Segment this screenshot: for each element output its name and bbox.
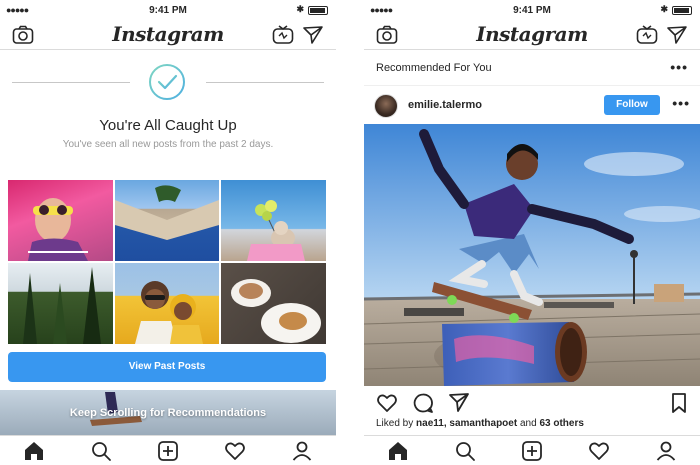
caught-up-title: You're All Caught Up bbox=[99, 117, 237, 134]
add-post-icon[interactable] bbox=[157, 440, 179, 462]
photo-dog-balloons bbox=[247, 200, 306, 261]
home-icon[interactable] bbox=[23, 440, 45, 462]
grid-photo-4[interactable] bbox=[8, 263, 113, 344]
phone-recommended-screen: ●●●●● 9:41 PM ✱ Instagram Recommended Fo… bbox=[364, 0, 700, 465]
status-bar: ●●●●● 9:41 PM ✱ bbox=[0, 0, 336, 20]
follow-button[interactable]: Follow bbox=[604, 95, 660, 115]
battery-icon bbox=[308, 6, 328, 15]
keep-scrolling-banner[interactable]: Keep Scrolling for Recommendations bbox=[0, 390, 336, 436]
app-header: Instagram bbox=[364, 20, 700, 50]
avatar[interactable] bbox=[374, 94, 398, 118]
comment-icon[interactable] bbox=[412, 392, 434, 414]
liked-by-users[interactable]: nae11, samanthapoet bbox=[416, 418, 517, 429]
recommended-header: Recommended For You ••• bbox=[364, 50, 700, 86]
liked-by-text: Liked by nae11, samanthapoet and 63 othe… bbox=[376, 418, 584, 429]
grid-photo-1[interactable] bbox=[8, 180, 113, 261]
bluetooth-icon: ✱ bbox=[660, 4, 668, 14]
heart-icon[interactable] bbox=[588, 440, 610, 462]
caught-up-subtitle: You've seen all new posts from the past … bbox=[62, 139, 274, 150]
post-actions-bar bbox=[364, 390, 700, 414]
skateboarder-photo bbox=[364, 124, 700, 386]
bottom-tab-bar bbox=[0, 435, 336, 465]
caught-up-section: You're All Caught Up You've seen all new… bbox=[0, 50, 336, 180]
grid-photo-5[interactable] bbox=[114, 263, 220, 344]
divider-right bbox=[206, 82, 324, 83]
keep-scrolling-label: Keep Scrolling for Recommendations bbox=[69, 407, 267, 419]
liked-by-others[interactable]: 63 others bbox=[539, 418, 583, 429]
share-icon[interactable] bbox=[448, 392, 470, 414]
photo-couple bbox=[134, 281, 203, 344]
checkmark-icon bbox=[149, 64, 185, 100]
send-icon[interactable] bbox=[666, 25, 688, 45]
liked-by-and: and bbox=[519, 418, 537, 429]
home-icon[interactable] bbox=[387, 440, 409, 462]
more-options-icon[interactable]: ••• bbox=[670, 59, 688, 75]
igtv-icon[interactable] bbox=[636, 25, 658, 45]
search-icon[interactable] bbox=[454, 440, 476, 462]
add-post-icon[interactable] bbox=[521, 440, 543, 462]
phone-caught-up-screen: ●●●●● 9:41 PM ✱ Instagram You're All Cau… bbox=[0, 0, 336, 465]
post-photo[interactable] bbox=[364, 124, 700, 386]
past-posts-grid bbox=[8, 180, 326, 344]
grid-photo-6[interactable] bbox=[221, 263, 326, 344]
post-username[interactable]: emilie.talermo bbox=[408, 99, 482, 111]
status-time: 9:41 PM bbox=[149, 5, 187, 16]
heart-icon[interactable] bbox=[224, 440, 246, 462]
send-icon[interactable] bbox=[302, 25, 324, 45]
view-past-posts-button[interactable]: View Past Posts bbox=[8, 352, 326, 382]
grid-photo-3[interactable] bbox=[221, 180, 326, 261]
bottom-tab-bar bbox=[364, 435, 700, 465]
photo-woman-sunglasses bbox=[28, 198, 88, 261]
bookmark-icon[interactable] bbox=[668, 392, 690, 414]
divider-left bbox=[12, 82, 130, 83]
post-header: emilie.talermo Follow ••• bbox=[364, 86, 700, 124]
battery-icon bbox=[672, 6, 692, 15]
profile-icon[interactable] bbox=[655, 440, 677, 462]
app-header: Instagram bbox=[0, 20, 336, 50]
profile-icon[interactable] bbox=[291, 440, 313, 462]
photo-forest bbox=[23, 267, 101, 344]
photo-coffee bbox=[231, 279, 322, 343]
liked-by-prefix: Liked by bbox=[376, 418, 414, 429]
like-heart-icon[interactable] bbox=[376, 392, 398, 414]
recommended-label: Recommended For You bbox=[376, 62, 492, 74]
grid-photo-2[interactable] bbox=[114, 180, 220, 261]
status-bar: ●●●●● 9:41 PM ✱ bbox=[364, 0, 700, 20]
status-time: 9:41 PM bbox=[513, 5, 551, 16]
photo-architecture bbox=[114, 185, 219, 240]
igtv-icon[interactable] bbox=[272, 25, 294, 45]
post-more-options-icon[interactable]: ••• bbox=[672, 95, 690, 111]
search-icon[interactable] bbox=[90, 440, 112, 462]
bluetooth-icon: ✱ bbox=[296, 4, 304, 14]
